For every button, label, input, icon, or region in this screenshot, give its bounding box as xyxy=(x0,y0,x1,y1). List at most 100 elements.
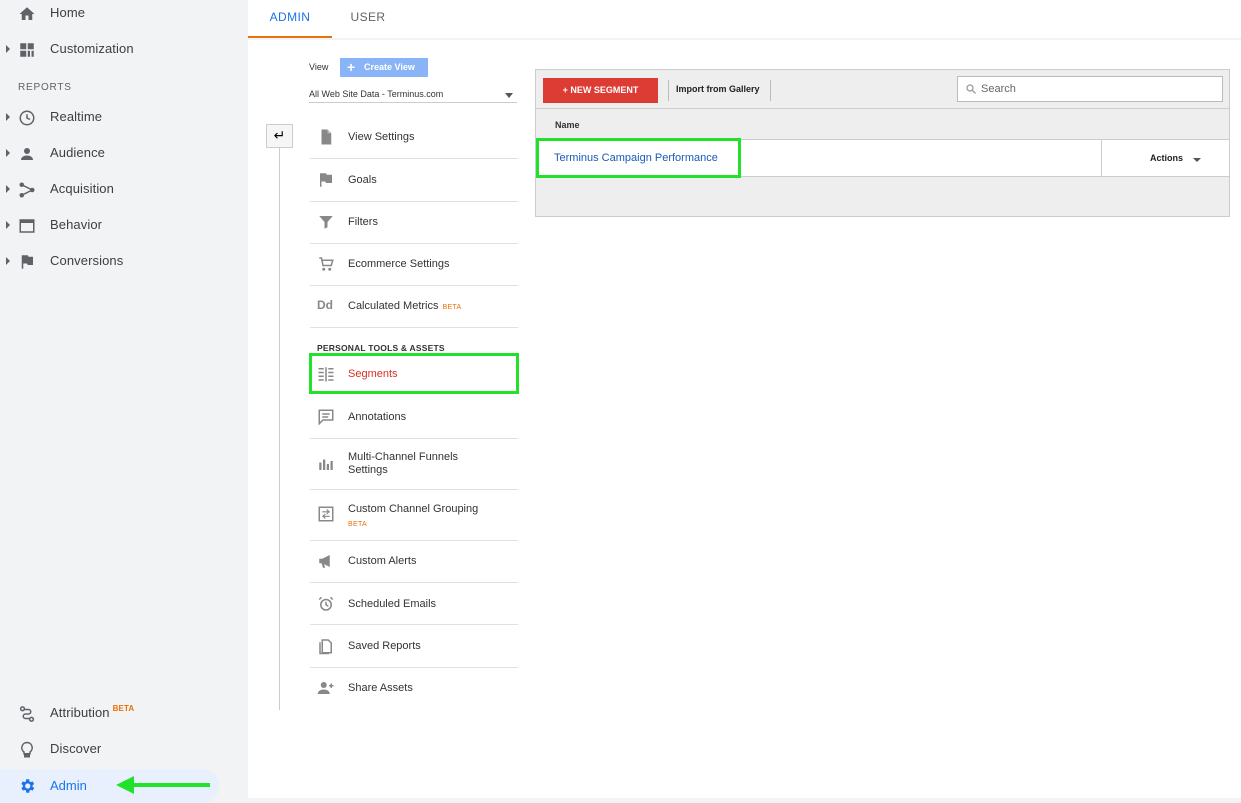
acquisition-icon xyxy=(18,181,36,199)
menu-item-ecommerce[interactable]: Ecommerce Settings xyxy=(310,244,518,286)
beta-badge: BETA xyxy=(348,521,367,528)
menu-item-label: Custom Channel Grouping xyxy=(348,503,479,515)
menu-item-goals[interactable]: Goals xyxy=(310,159,518,202)
sidebar-item-label: Conversions xyxy=(50,253,124,268)
document-icon xyxy=(317,128,335,146)
back-button[interactable]: ↵ xyxy=(266,124,293,148)
menu-item-label: Share Assets xyxy=(348,682,413,694)
expand-caret-icon[interactable] xyxy=(6,185,10,193)
highlight-box xyxy=(309,353,519,394)
sidebar-item-label: Discover xyxy=(50,741,102,756)
menu-item-label: View Settings xyxy=(348,131,415,143)
expand-caret-icon[interactable] xyxy=(6,149,10,157)
calculated-metrics-icon: Dd xyxy=(317,298,333,312)
saved-report-icon xyxy=(317,637,335,655)
divider xyxy=(770,80,771,101)
menu-item-label: Ecommerce Settings xyxy=(348,258,450,270)
view-selector[interactable]: All Web Site Data - Terminus.com xyxy=(309,85,517,103)
beta-badge: BETA xyxy=(442,304,462,311)
search-input[interactable]: Search xyxy=(957,76,1223,102)
person-icon xyxy=(18,145,36,163)
flag-icon xyxy=(317,171,335,189)
sidebar-item-realtime[interactable]: Realtime xyxy=(0,104,248,140)
menu-item-saved-reports[interactable]: Saved Reports xyxy=(310,625,518,668)
bar-chart-icon xyxy=(317,455,335,473)
import-from-gallery-button[interactable]: Import from Gallery xyxy=(676,84,760,94)
sidebar-item-home[interactable]: Home xyxy=(0,0,248,36)
sidebar-item-conversions[interactable]: Conversions xyxy=(0,248,248,284)
sidebar-item-label: Admin xyxy=(50,778,87,793)
sidebar-item-label: Customization xyxy=(50,41,134,56)
sidebar-item-acquisition[interactable]: Acquisition xyxy=(0,176,248,212)
new-segment-button[interactable]: + NEW SEGMENT xyxy=(543,78,658,103)
plus-icon: + xyxy=(347,59,356,75)
actions-dropdown[interactable]: Actions xyxy=(1101,140,1229,177)
expand-caret-icon[interactable] xyxy=(6,113,10,121)
sidebar-item-label: Acquisition xyxy=(50,181,114,196)
cart-icon xyxy=(317,255,335,273)
highlight-box xyxy=(536,138,741,178)
divider xyxy=(279,148,280,710)
attribution-text: Attribution xyxy=(50,705,110,720)
menu-item-label: Goals xyxy=(348,174,377,186)
menu-item-filters[interactable]: Filters xyxy=(310,202,518,244)
sidebar: Home Customization REPORTS Realtime Audi… xyxy=(0,0,248,803)
sidebar-item-customization[interactable]: Customization xyxy=(0,36,248,72)
attribution-label: Attribution BETA xyxy=(50,700,134,728)
dropdown-arrow-icon xyxy=(505,93,513,98)
add-person-icon xyxy=(317,679,335,697)
menu-item-custom-channel-grouping[interactable]: Custom Channel Grouping BETA xyxy=(310,490,518,541)
menu-item-custom-alerts[interactable]: Custom Alerts xyxy=(310,541,518,583)
behavior-icon xyxy=(18,217,36,235)
annotation-arrow-icon xyxy=(116,775,212,795)
menu-item-calculated-metrics[interactable]: Dd Calculated Metrics BETA xyxy=(310,286,518,328)
tab-admin[interactable]: ADMIN xyxy=(248,0,332,38)
column-header-name[interactable]: Name xyxy=(536,110,1229,140)
view-label: View xyxy=(309,62,329,72)
view-selected-value: All Web Site Data - Terminus.com xyxy=(309,89,444,99)
actions-label: Actions xyxy=(1150,153,1184,163)
create-view-label: Create View xyxy=(364,62,415,72)
flag-icon xyxy=(18,253,36,271)
attribution-icon xyxy=(18,705,36,723)
beta-badge: BETA xyxy=(112,704,135,713)
menu-item-view-settings[interactable]: View Settings xyxy=(310,116,518,159)
home-icon xyxy=(18,5,36,23)
menu-item-annotations[interactable]: Annotations xyxy=(310,396,518,439)
tab-user[interactable]: USER xyxy=(342,0,394,38)
menu-item-label: Calculated Metrics xyxy=(348,300,439,312)
menu-item-label: Filters xyxy=(348,216,378,228)
comment-icon xyxy=(317,408,335,426)
menu-item-share-assets[interactable]: Share Assets xyxy=(310,668,518,710)
back-arrow-icon: ↵ xyxy=(273,127,286,143)
search-icon xyxy=(965,83,977,95)
menu-item-mcf-settings[interactable]: Multi-Channel Funnels Settings xyxy=(310,439,518,490)
expand-caret-icon[interactable] xyxy=(6,45,10,53)
expand-caret-icon[interactable] xyxy=(6,221,10,229)
lightbulb-icon xyxy=(18,741,36,759)
gear-icon xyxy=(18,777,36,795)
dropdown-arrow-icon xyxy=(1193,158,1201,162)
menu-item-label: Saved Reports xyxy=(348,640,421,652)
create-view-button[interactable]: + Create View xyxy=(340,58,428,77)
divider xyxy=(668,80,669,101)
expand-caret-icon[interactable] xyxy=(6,257,10,265)
sidebar-item-label: Audience xyxy=(50,145,106,160)
sidebar-item-attribution[interactable]: Attribution BETA xyxy=(0,700,248,736)
menu-item-label: Scheduled Emails xyxy=(348,598,437,610)
reports-heading: REPORTS xyxy=(18,82,72,93)
dashboard-icon xyxy=(18,41,36,59)
sidebar-item-label: Realtime xyxy=(50,109,103,124)
sidebar-item-audience[interactable]: Audience xyxy=(0,140,248,176)
alarm-clock-icon xyxy=(317,595,335,613)
channel-grouping-icon xyxy=(317,505,335,523)
search-placeholder: Search xyxy=(981,83,1016,95)
menu-item-label-line2: Settings xyxy=(348,464,388,476)
menu-item-label: Annotations xyxy=(348,411,407,423)
sidebar-item-discover[interactable]: Discover xyxy=(0,736,248,772)
menu-item-label: Custom Alerts xyxy=(348,555,417,567)
sidebar-item-behavior[interactable]: Behavior xyxy=(0,212,248,248)
sidebar-item-label: Home xyxy=(50,5,86,20)
segments-toolbar: + NEW SEGMENT Import from Gallery Search xyxy=(536,70,1229,109)
menu-item-scheduled-emails[interactable]: Scheduled Emails xyxy=(310,583,518,625)
